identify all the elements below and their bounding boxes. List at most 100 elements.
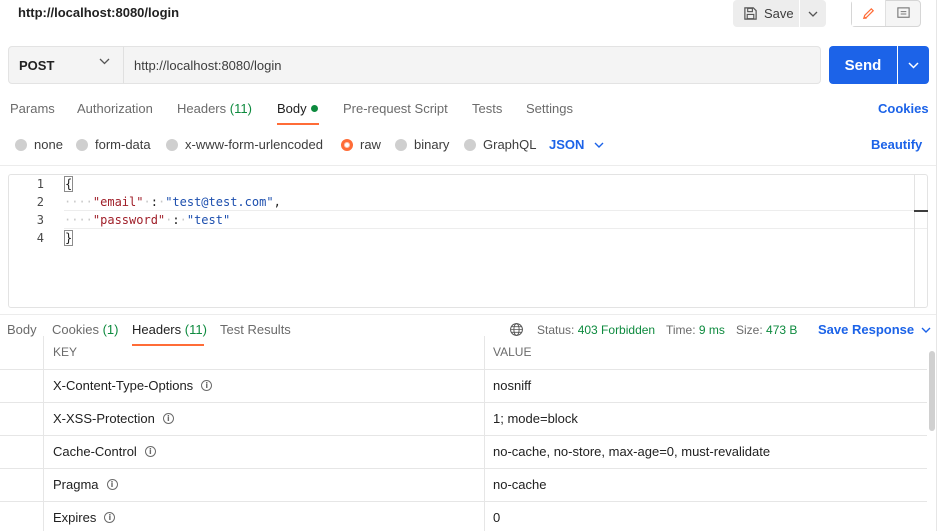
response-status: Status: 403 Forbidden [537,323,655,337]
table-row: Cache-Control i [53,444,156,459]
response-tab-headers-label: Headers [132,322,182,337]
line-number: 4 [36,231,44,245]
format-label: JSON [549,137,585,152]
header-key: Expires [53,510,97,525]
time-value: 9 ms [698,323,725,337]
time-label: Time: [666,323,696,337]
body-type-none-label: none [34,137,63,152]
radio-none[interactable] [15,138,27,151]
response-tab-cookies-label: Cookies [52,322,99,337]
body-type-graphql-label: GraphQL [483,137,537,152]
save-response-button[interactable]: Save Response [818,322,931,337]
code-line-3: ····"password"·:·"test" [64,213,231,227]
body-type-binary[interactable]: binary [395,137,449,152]
tab-tests-label: Tests [472,101,503,116]
tab-authorization-label: Authorization [77,101,153,116]
column-header-value: VALUE [493,345,532,359]
method-select[interactable]: POST [8,46,124,84]
body-type-none[interactable]: none [15,137,63,152]
header-value: 0 [493,510,501,525]
send-button[interactable]: Send [829,46,897,84]
response-tab-test-results[interactable]: Test Results [220,322,291,337]
tab-settings[interactable]: Settings [526,101,573,116]
response-tab-cookies-count: (1) [102,322,119,337]
section-divider [0,165,937,166]
body-modified-dot [310,105,318,112]
header-value: no-cache [493,477,547,492]
response-tab-body[interactable]: Body [7,322,37,337]
radio-urlencoded[interactable] [166,138,178,151]
row-divider [0,402,927,403]
chevron-down-icon [808,11,818,17]
row-divider [0,468,927,469]
beautify-button[interactable]: Beautify [871,137,922,152]
radio-raw[interactable] [341,138,353,151]
close-brace: } [64,230,74,246]
code-line-2: ····"email"·:·"test@test.com", [64,195,281,209]
tab-body[interactable]: Body [277,101,318,116]
body-type-binary-label: binary [414,137,450,152]
url-value: http://localhost:8080/login [134,57,282,73]
tab-headers-count: (11) [229,101,252,116]
response-tab-headers[interactable]: Headers (11) [132,322,207,337]
chevron-down-icon [594,142,604,148]
table-row: X-XSS-Protection i [53,411,174,426]
save-response-label: Save Response [818,322,915,337]
row-divider [0,435,927,436]
info-icon[interactable]: i [144,446,156,457]
line-number: 1 [36,177,44,191]
response-tab-cookies[interactable]: Cookies (1) [52,322,118,337]
column-header-key: KEY [53,345,78,359]
radio-form-data[interactable] [76,138,88,151]
response-tab-headers-count: (11) [184,322,207,337]
editor-scrollbar[interactable] [914,175,915,307]
tab-pre-request-script[interactable]: Pre-request Script [343,101,448,116]
body-type-raw-label: raw [360,137,381,152]
tab-headers[interactable]: Headers (11) [177,101,252,116]
cookies-link[interactable]: Cookies [878,101,929,116]
tab-body-label: Body [277,101,307,116]
info-icon[interactable]: i [162,413,174,424]
password-key: "password" [92,213,166,227]
header-key: Pragma [53,477,99,492]
body-type-form-data-label: form-data [95,137,151,152]
table-row: X-Content-Type-Options i [53,378,213,393]
line-number: 2 [36,195,44,209]
header-value: no-cache, no-store, max-age=0, must-reva… [493,444,771,459]
edit-toggle-button[interactable] [852,0,886,26]
save-label: Save [764,6,794,21]
tab-tests[interactable]: Tests [472,101,502,116]
info-icon[interactable]: i [104,512,116,523]
radio-binary[interactable] [395,138,407,151]
radio-graphql[interactable] [464,138,476,151]
table-row: Pragma i [53,477,118,492]
url-input[interactable]: http://localhost:8080/login [123,46,821,84]
info-icon[interactable]: i [106,479,118,490]
panel-edge [936,0,937,531]
table-scrollbar-thumb[interactable] [929,351,935,431]
row-divider [0,369,927,370]
tab-params[interactable]: Params [10,101,55,116]
tab-authorization[interactable]: Authorization [77,101,153,116]
response-tab-headers-underline [132,344,204,346]
response-divider [0,314,937,315]
header-key: X-XSS-Protection [53,411,155,426]
line-number: 3 [36,213,44,227]
save-button[interactable]: Save [733,0,799,27]
body-type-form-data[interactable]: form-data [76,137,151,152]
send-options-button[interactable] [898,46,929,84]
save-options-button[interactable] [800,0,826,27]
tab-headers-label: Headers [177,101,227,116]
response-tab-test-results-label: Test Results [220,322,291,337]
comments-toggle-button[interactable] [887,0,920,26]
header-key: Cache-Control [53,444,137,459]
format-select[interactable]: JSON [549,137,604,152]
body-type-graphql[interactable]: GraphQL [464,137,536,152]
email-key: "email" [92,195,144,209]
info-icon[interactable]: i [201,380,213,391]
body-type-raw[interactable]: raw [341,137,381,152]
header-value: 1; mode=block [493,411,578,426]
method-label: POST [19,57,55,73]
globe-icon[interactable] [509,322,524,337]
body-type-urlencoded[interactable]: x-www-form-urlencoded [166,137,323,152]
